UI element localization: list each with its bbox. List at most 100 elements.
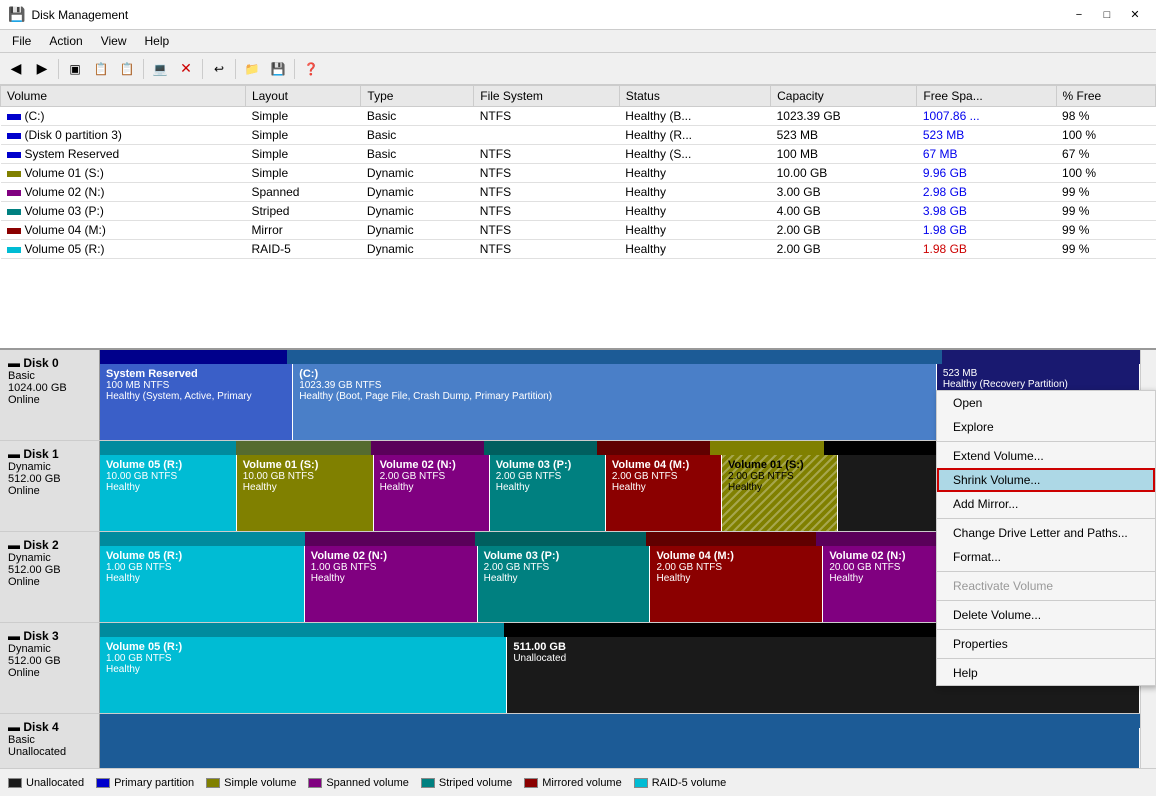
cell-status: Healthy (R...: [619, 126, 770, 145]
toolbar-btn-8[interactable]: ↩: [207, 57, 231, 81]
cell-pctfree: 98 %: [1056, 107, 1155, 126]
segment-2-2[interactable]: Volume 03 (P:) 2.00 GB NTFS Healthy: [478, 546, 651, 622]
legend-item: Striped volume: [421, 777, 512, 789]
table-row[interactable]: Volume 04 (M:) Mirror Dynamic NTFS Healt…: [1, 221, 1156, 240]
cell-filesystem: NTFS: [474, 221, 620, 240]
cell-status: Healthy: [619, 240, 770, 259]
table-row[interactable]: System Reserved Simple Basic NTFS Health…: [1, 145, 1156, 164]
toolbar-separator-4: [235, 59, 236, 79]
menu-help[interactable]: Help: [137, 32, 178, 50]
menu-view[interactable]: View: [93, 32, 135, 50]
segment-size: 2.00 GB NTFS: [484, 562, 644, 573]
table-row[interactable]: Volume 01 (S:) Simple Dynamic NTFS Healt…: [1, 164, 1156, 183]
segment-status: Healthy: [243, 482, 367, 493]
cell-freespace: 67 MB: [917, 145, 1056, 164]
cell-filesystem: NTFS: [474, 164, 620, 183]
segment-name: Volume 05 (R:): [106, 459, 230, 471]
table-row[interactable]: (Disk 0 partition 3) Simple Basic Health…: [1, 126, 1156, 145]
toolbar-btn-9[interactable]: 📁: [240, 57, 264, 81]
menu-action[interactable]: Action: [41, 32, 90, 50]
cell-freespace: 2.98 GB: [917, 183, 1056, 202]
toolbar-btn-6[interactable]: 💻: [148, 57, 172, 81]
segment-1-0[interactable]: Volume 05 (R:) 10.00 GB NTFS Healthy: [100, 455, 237, 531]
context-menu-item-change-drive-letter-and-paths---[interactable]: Change Drive Letter and Paths...: [937, 521, 1155, 545]
col-freespace: Free Spa...: [917, 86, 1056, 107]
table-row[interactable]: (C:) Simple Basic NTFS Healthy (B... 102…: [1, 107, 1156, 126]
context-menu-item-explore[interactable]: Explore: [937, 415, 1155, 439]
disk-type: Basic: [8, 734, 91, 746]
segment-name: Volume 05 (R:): [106, 641, 500, 653]
disk-status: Online: [8, 485, 91, 497]
table-row[interactable]: Volume 03 (P:) Striped Dynamic NTFS Heal…: [1, 202, 1156, 221]
disk-name: ▬ Disk 0: [8, 356, 91, 370]
disk-size: 512.00 GB: [8, 655, 91, 667]
cell-layout: Simple: [245, 164, 360, 183]
toolbar-help-button[interactable]: ❓: [299, 57, 323, 81]
context-menu-item-help[interactable]: Help: [937, 661, 1155, 685]
segment-name: Volume 03 (P:): [484, 550, 644, 562]
segment-2-0[interactable]: Volume 05 (R:) 1.00 GB NTFS Healthy: [100, 546, 305, 622]
forward-button[interactable]: ▶: [30, 57, 54, 81]
segment-2-3[interactable]: Volume 04 (M:) 2.00 GB NTFS Healthy: [650, 546, 823, 622]
legend-item: Unallocated: [8, 777, 84, 789]
cell-volume: Volume 03 (P:): [1, 202, 246, 221]
disk-status: Online: [8, 394, 91, 406]
cell-volume: (C:): [1, 107, 246, 126]
toolbar-btn-5[interactable]: 📋: [115, 57, 139, 81]
cell-capacity: 100 MB: [771, 145, 917, 164]
context-menu-item-delete-volume---[interactable]: Delete Volume...: [937, 603, 1155, 627]
context-menu-item-add-mirror---[interactable]: Add Mirror...: [937, 492, 1155, 516]
context-menu-item-extend-volume---[interactable]: Extend Volume...: [937, 444, 1155, 468]
title-bar-icon: 💾: [8, 6, 25, 23]
segment-0-0[interactable]: System Reserved 100 MB NTFS Healthy (Sys…: [100, 364, 293, 440]
cell-capacity: 2.00 GB: [771, 221, 917, 240]
col-status: Status: [619, 86, 770, 107]
cell-type: Dynamic: [361, 240, 474, 259]
segment-status: Healthy: [728, 482, 831, 493]
toolbar-btn-7[interactable]: ✕: [174, 57, 198, 81]
legend-label: RAID-5 volume: [652, 777, 727, 789]
cell-type: Dynamic: [361, 183, 474, 202]
cell-pctfree: 99 %: [1056, 240, 1155, 259]
segment-0-1[interactable]: (C:) 1023.39 GB NTFS Healthy (Boot, Page…: [293, 364, 937, 440]
close-button[interactable]: ✕: [1122, 6, 1148, 24]
segment-size: 1023.39 GB NTFS: [299, 380, 930, 391]
segment-1-1[interactable]: Volume 01 (S:) 10.00 GB NTFS Healthy: [237, 455, 374, 531]
cell-status: Healthy: [619, 202, 770, 221]
context-menu-item-open[interactable]: Open: [937, 391, 1155, 415]
table-row[interactable]: Volume 02 (N:) Spanned Dynamic NTFS Heal…: [1, 183, 1156, 202]
segment-4-0[interactable]: [100, 728, 1140, 768]
cell-volume: Volume 01 (S:): [1, 164, 246, 183]
segment-1-2[interactable]: Volume 02 (N:) 2.00 GB NTFS Healthy: [374, 455, 490, 531]
context-menu-separator: [937, 658, 1155, 659]
toolbar-btn-3[interactable]: ▣: [63, 57, 87, 81]
cell-freespace: 3.98 GB: [917, 202, 1056, 221]
table-row[interactable]: Volume 05 (R:) RAID-5 Dynamic NTFS Healt…: [1, 240, 1156, 259]
segment-3-0[interactable]: Volume 05 (R:) 1.00 GB NTFS Healthy: [100, 637, 507, 713]
cell-status: Healthy (S...: [619, 145, 770, 164]
segment-name: Volume 01 (S:): [728, 459, 831, 471]
back-button[interactable]: ◀: [4, 57, 28, 81]
segment-name: (C:): [299, 368, 930, 380]
context-menu-item-properties[interactable]: Properties: [937, 632, 1155, 656]
context-menu-item-format---[interactable]: Format...: [937, 545, 1155, 569]
legend-swatch: [96, 778, 110, 788]
toolbar-btn-4[interactable]: 📋: [89, 57, 113, 81]
cell-volume: (Disk 0 partition 3): [1, 126, 246, 145]
context-menu-item-shrink-volume---[interactable]: Shrink Volume...: [937, 468, 1155, 492]
maximize-button[interactable]: □: [1094, 6, 1120, 24]
minimize-button[interactable]: −: [1066, 6, 1092, 24]
segment-1-4[interactable]: Volume 04 (M:) 2.00 GB NTFS Healthy: [606, 455, 722, 531]
cell-freespace: 1007.86 ...: [917, 107, 1056, 126]
segment-2-1[interactable]: Volume 02 (N:) 1.00 GB NTFS Healthy: [305, 546, 478, 622]
toolbar-btn-10[interactable]: 💾: [266, 57, 290, 81]
segment-status: Healthy: [484, 573, 644, 584]
cell-capacity: 3.00 GB: [771, 183, 917, 202]
menu-file[interactable]: File: [4, 32, 39, 50]
col-pctfree: % Free: [1056, 86, 1155, 107]
cell-capacity: 2.00 GB: [771, 240, 917, 259]
segment-1-5[interactable]: Volume 01 (S:) 2.00 GB NTFS Healthy: [722, 455, 838, 531]
segment-1-3[interactable]: Volume 03 (P:) 2.00 GB NTFS Healthy: [490, 455, 606, 531]
legend-item: Spanned volume: [308, 777, 409, 789]
segment-size: 10.00 GB NTFS: [243, 471, 367, 482]
